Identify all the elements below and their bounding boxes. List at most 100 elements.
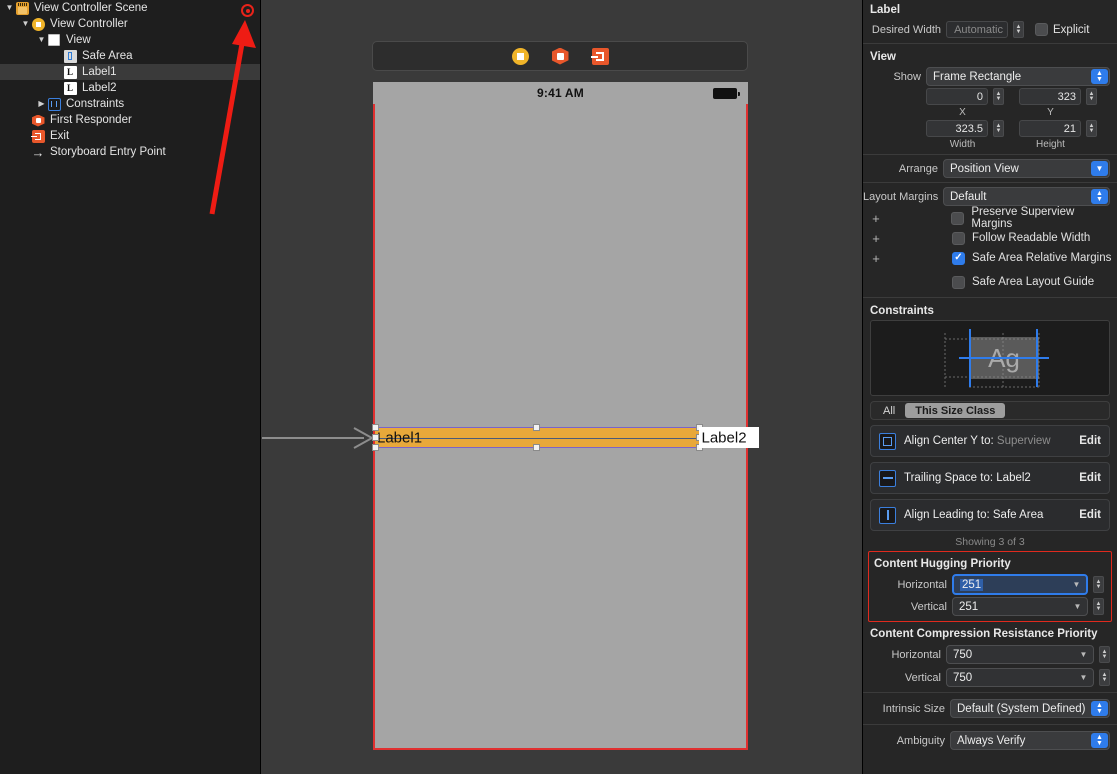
constraint-row-trailing-space[interactable]: Trailing Space to: Label2 Edit — [870, 462, 1110, 494]
compression-vertical-combo[interactable]: 750 ▼ — [946, 668, 1094, 687]
canvas-area[interactable]: 9:41 AM Label1 Label2 — [261, 0, 862, 774]
error-badge-icon[interactable] — [241, 4, 254, 17]
outline-row-label2[interactable]: ▶LLabel2 — [0, 80, 260, 96]
x-stepper[interactable]: ▲ ▼ — [993, 88, 1004, 105]
chevron-updown-icon[interactable]: ▲ ▼ — [1091, 189, 1108, 204]
desired-width-field[interactable]: Automatic — [946, 21, 1008, 38]
view-controller-icon[interactable] — [511, 47, 529, 65]
resize-handle-bl[interactable] — [372, 444, 379, 451]
size-inspector-panel[interactable]: Label Desired Width Automatic ▲ ▼ Explici… — [862, 0, 1117, 774]
outline-row-view[interactable]: ▼ View — [0, 32, 260, 48]
resize-handle-b[interactable] — [533, 444, 540, 451]
checkbox-row-follow-readable-width[interactable]: + Follow Readable Width — [863, 229, 1117, 247]
chevron-down-icon[interactable]: ▼ — [1069, 599, 1086, 614]
y-stepper[interactable]: ▲ ▼ — [1086, 88, 1097, 105]
disclosure-triangle[interactable]: ▶ — [36, 99, 47, 110]
compression-vertical-stepper[interactable]: ▲ ▼ — [1099, 669, 1110, 686]
checkbox[interactable] — [951, 211, 965, 225]
outline-row-safe-area[interactable]: ▶Safe Area — [0, 48, 260, 64]
ambiguity-row[interactable]: Ambiguity Always Verify ▲ ▼ — [863, 728, 1117, 753]
constraints-preview[interactable]: Ag — [870, 320, 1110, 396]
label1-selected[interactable]: Label1 — [372, 424, 703, 451]
compression-horizontal-row[interactable]: Horizontal 750 ▼ ▲ ▼ — [863, 643, 1117, 666]
label2[interactable]: Label2 — [698, 427, 759, 448]
document-outline-panel[interactable]: ▼ View Controller Scene ▼ View Controller ▼ V… — [0, 0, 261, 774]
add-constraint-plus-icon[interactable]: + — [870, 231, 882, 246]
desired-width-stepper[interactable]: ▲ ▼ — [1013, 21, 1024, 38]
disclosure-triangle[interactable]: ▼ — [20, 19, 31, 30]
width-stepper[interactable]: ▲ ▼ — [993, 120, 1004, 137]
size-class-segmented-control[interactable]: All This Size Class — [870, 401, 1110, 420]
chevron-down-icon[interactable]: ▼ — [1068, 577, 1085, 592]
chevron-updown-icon[interactable]: ▲ ▼ — [1091, 701, 1108, 716]
checkbox[interactable] — [952, 231, 965, 245]
desired-width-row[interactable]: Desired Width Automatic ▲ ▼ Explicit — [863, 19, 1117, 40]
resize-handle-t[interactable] — [533, 424, 540, 431]
x-field[interactable]: 0 — [926, 88, 988, 105]
chevron-down-icon[interactable]: ▼ — [1075, 647, 1092, 662]
segment-this-size-class[interactable]: This Size Class — [905, 403, 1006, 418]
intrinsic-size-row[interactable]: Intrinsic Size Default (System Defined) … — [863, 696, 1117, 721]
root-view[interactable]: Label1 Label2 — [262, 104, 759, 750]
arrange-popup[interactable]: Position View ▼ — [943, 159, 1110, 178]
checkbox[interactable] — [952, 275, 965, 289]
y-field[interactable]: 323 — [1019, 88, 1081, 105]
disclosure-triangle[interactable]: ▼ — [36, 35, 47, 46]
constraint-rows-list[interactable]: Align Center Y to: Superview Edit Trailing… — [863, 425, 1117, 531]
constraint-edit-button[interactable]: Edit — [1079, 509, 1101, 521]
resize-handle-tl[interactable] — [372, 424, 379, 431]
hugging-horizontal-stepper[interactable]: ▲ ▼ — [1093, 576, 1104, 593]
chevron-down-icon[interactable]: ▼ — [1091, 161, 1108, 176]
compression-vertical-row[interactable]: Vertical 750 ▼ ▲ ▼ — [863, 666, 1117, 689]
margin-checkbox-group[interactable]: + Preserve Superview Margins + Follow Reada… — [863, 206, 1117, 291]
arrange-row[interactable]: Arrange Position View ▼ — [863, 158, 1117, 179]
hugging-horizontal-row[interactable]: Horizontal 251 ▼ ▲ ▼ — [869, 573, 1111, 596]
constraint-row-align-center-y[interactable]: Align Center Y to: Superview Edit — [870, 425, 1110, 457]
wh-row[interactable]: 323.5 ▲ ▼ 21 ▲ ▼ — [863, 119, 1117, 138]
checkbox-row-safe-area-layout-guide[interactable]: Safe Area Layout Guide — [863, 273, 1117, 291]
checkbox-row-safe-area-relative-margins[interactable]: + Safe Area Relative Margins — [863, 249, 1117, 267]
hugging-horizontal-combo[interactable]: 251 ▼ — [952, 574, 1088, 595]
show-row[interactable]: Show Frame Rectangle ▲ ▼ — [863, 66, 1117, 87]
height-field[interactable]: 21 — [1019, 120, 1081, 137]
outline-row-label1[interactable]: ▶LLabel1 — [0, 64, 260, 80]
exit-icon[interactable] — [591, 47, 609, 65]
first-responder-icon[interactable] — [551, 47, 569, 65]
constraint-edit-button[interactable]: Edit — [1079, 472, 1101, 484]
hugging-vertical-stepper[interactable]: ▲ ▼ — [1093, 598, 1104, 615]
width-field[interactable]: 323.5 — [926, 120, 988, 137]
segment-all[interactable]: All — [873, 403, 905, 418]
compression-horizontal-combo[interactable]: 750 ▼ — [946, 645, 1094, 664]
xy-row[interactable]: 0 ▲ ▼ 323 ▲ ▼ — [863, 87, 1117, 106]
layout-margins-row[interactable]: Layout Margins Default ▲ ▼ — [863, 186, 1117, 207]
explicit-checkbox[interactable] — [1035, 23, 1048, 36]
ambiguity-popup[interactable]: Always Verify ▲ ▼ — [950, 731, 1110, 750]
outline-row-exit[interactable]: ▶Exit — [0, 128, 260, 144]
checkbox[interactable] — [952, 251, 965, 265]
add-constraint-plus-icon[interactable]: + — [870, 251, 882, 266]
show-popup[interactable]: Frame Rectangle ▲ ▼ — [926, 67, 1110, 86]
outline-row-first-responder[interactable]: ▶First Responder — [0, 112, 260, 128]
device-preview[interactable]: 9:41 AM Label1 Label2 — [262, 82, 759, 750]
compression-horizontal-stepper[interactable]: ▲ ▼ — [1099, 646, 1110, 663]
hugging-vertical-combo[interactable]: 251 ▼ — [952, 597, 1088, 616]
chevron-updown-icon[interactable]: ▲ ▼ — [1091, 733, 1108, 748]
outline-row-storyboard-entry-point[interactable]: ▶→Storyboard Entry Point — [0, 144, 260, 160]
hugging-vertical-row[interactable]: Vertical 251 ▼ ▲ ▼ — [869, 596, 1111, 617]
height-stepper[interactable]: ▲ ▼ — [1086, 120, 1097, 137]
layout-margins-popup[interactable]: Default ▲ ▼ — [943, 187, 1110, 206]
chevron-down-icon[interactable]: ▼ — [1075, 670, 1092, 685]
chevron-updown-icon[interactable]: ▲ ▼ — [1091, 69, 1108, 84]
content-hugging-priority-group[interactable]: Content Hugging Priority Horizontal 251 … — [868, 551, 1112, 622]
intrinsic-size-popup[interactable]: Default (System Defined) ▲ ▼ — [950, 699, 1110, 718]
add-constraint-plus-icon[interactable]: + — [870, 211, 882, 226]
outline-row-constraints[interactable]: ▶ Constraints — [0, 96, 260, 112]
checkbox-row-preserve-superview-margins[interactable]: + Preserve Superview Margins — [863, 206, 1117, 230]
constraint-edit-button[interactable]: Edit — [1079, 435, 1101, 447]
constraint-row-align-leading[interactable]: Align Leading to: Safe Area Edit — [870, 499, 1110, 531]
resize-handle-l[interactable] — [372, 434, 379, 441]
disclosure-triangle[interactable]: ▼ — [4, 3, 15, 14]
outline-tree[interactable]: ▼ View Controller Scene ▼ View Controller ▼ V… — [0, 0, 260, 160]
outline-row-view-controller-scene[interactable]: ▼ View Controller Scene — [0, 0, 260, 16]
scene-dock-toolbar[interactable] — [372, 41, 748, 71]
